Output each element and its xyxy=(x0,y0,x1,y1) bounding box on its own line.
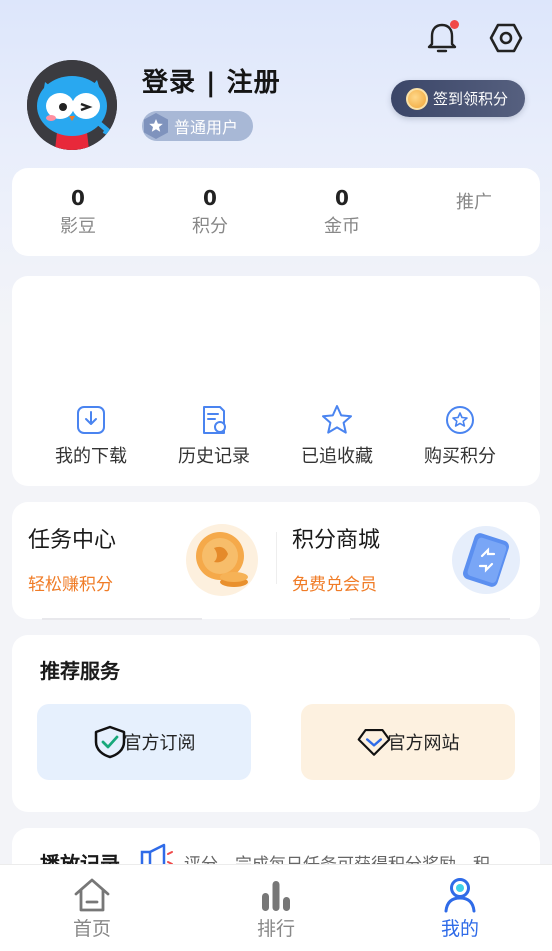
diamond-icon xyxy=(357,725,391,759)
tab-profile[interactable]: 我的 xyxy=(410,875,510,941)
notification-dot xyxy=(450,20,459,29)
tasks-card: 任务中心 轻松赚积分 积分商城 免费兑会员 xyxy=(12,502,540,620)
tab-home[interactable]: 首页 xyxy=(42,875,142,941)
history-icon xyxy=(159,404,269,436)
menu-buy-points[interactable]: 购买积分 xyxy=(405,404,515,469)
points-mall-entry[interactable]: 积分商城 免费兑会员 xyxy=(276,502,540,619)
service-label: 官方网站 xyxy=(387,733,460,754)
menu-label: 购买积分 xyxy=(424,446,496,467)
home-icon xyxy=(42,875,142,915)
task-center-title: 任务中心 xyxy=(28,528,117,553)
download-icon xyxy=(36,404,146,436)
official-website-button[interactable]: 官方网站 xyxy=(301,704,515,780)
tab-label: 我的 xyxy=(440,918,479,940)
task-center-subtitle: 轻松赚积分 xyxy=(28,575,113,595)
ranking-icon xyxy=(226,875,326,915)
tab-ranking[interactable]: 排行 xyxy=(226,875,326,941)
stat-coins[interactable]: 0 金币 xyxy=(302,186,382,238)
tab-label: 排行 xyxy=(256,918,295,940)
stat-label: 推广 xyxy=(456,192,492,213)
tab-label: 首页 xyxy=(72,918,111,940)
points-mall-subtitle: 免费兑会员 xyxy=(292,575,377,595)
menu-label: 历史记录 xyxy=(178,446,250,467)
service-label: 官方订阅 xyxy=(123,733,196,754)
stat-yingdou[interactable]: 0 影豆 xyxy=(38,186,118,238)
exchange-card-icon xyxy=(452,526,520,594)
menu-label: 已追收藏 xyxy=(301,446,373,467)
star-icon xyxy=(282,404,392,436)
points-mall-title: 积分商城 xyxy=(292,528,381,553)
stats-card: 0 影豆 0 积分 0 金币 推广 xyxy=(12,168,540,256)
stat-value: 0 xyxy=(335,186,349,210)
settings-hexagon-icon xyxy=(489,23,523,53)
stat-promotion[interactable]: 推广 xyxy=(434,186,514,214)
settings-button[interactable] xyxy=(486,18,526,58)
quick-menu-card: 我的下载 历史记录 已追收藏 购买积分 xyxy=(12,276,540,486)
stat-points[interactable]: 0 积分 xyxy=(170,186,250,238)
menu-my-downloads[interactable]: 我的下载 xyxy=(36,404,146,469)
points-icon xyxy=(405,404,515,436)
coin-icon xyxy=(406,87,428,110)
tasks-underline-right xyxy=(350,618,510,620)
checkin-label: 签到领积分 xyxy=(433,90,509,108)
profile-icon xyxy=(410,875,510,915)
menu-history[interactable]: 历史记录 xyxy=(159,404,269,469)
menu-favorites[interactable]: 已追收藏 xyxy=(282,404,392,469)
task-center-entry[interactable]: 任务中心 轻松赚积分 xyxy=(12,502,276,619)
services-title: 推荐服务 xyxy=(40,659,120,683)
tasks-underline-left xyxy=(42,618,202,620)
menu-label: 我的下载 xyxy=(55,446,127,467)
user-level-label: 普通用户 xyxy=(174,118,239,137)
official-subscription-button[interactable]: 官方订阅 xyxy=(37,704,251,780)
login-register-link[interactable]: 登录 | 注册 xyxy=(142,62,281,99)
stat-value: 0 xyxy=(71,186,85,210)
avatar[interactable] xyxy=(27,60,117,150)
checkin-points-button[interactable]: 签到领积分 xyxy=(391,80,525,117)
coins-icon xyxy=(186,524,258,596)
owl-mascot-icon xyxy=(27,60,117,150)
stat-label: 金币 xyxy=(324,216,360,237)
stat-value: 0 xyxy=(203,186,217,210)
shield-check-icon xyxy=(93,725,127,759)
recommended-services-card: 推荐服务 官方订阅 官方网站 xyxy=(12,635,540,812)
level-star-icon xyxy=(141,111,171,141)
stat-label: 积分 xyxy=(192,216,228,237)
notification-bell-button[interactable] xyxy=(422,18,462,58)
bottom-tab-bar: 首页 排行 我的 xyxy=(0,864,552,951)
user-level-badge: 普通用户 xyxy=(142,111,253,141)
stat-label: 影豆 xyxy=(60,216,96,237)
